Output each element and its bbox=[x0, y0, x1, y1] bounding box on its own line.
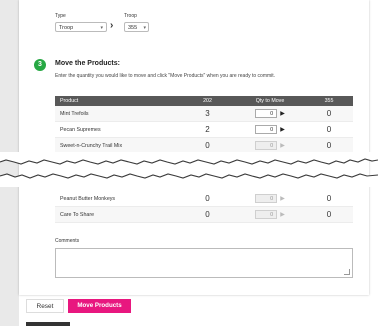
qty-input[interactable]: 0 bbox=[255, 141, 278, 150]
step-title: Move the Products: bbox=[55, 60, 120, 67]
arrow-right-icon: ▶ bbox=[280, 196, 285, 202]
to-qty: 0 bbox=[305, 106, 353, 122]
type-select[interactable]: Troop ▾ bbox=[55, 22, 107, 32]
to-qty: 0 bbox=[305, 206, 353, 223]
qty-input[interactable]: 0 bbox=[255, 194, 278, 203]
products-table-bottom: Peanut Butter Monkeys 0 0 ▶ 0 Care To Sha… bbox=[55, 191, 353, 223]
table-row: Peanut Butter Monkeys 0 0 ▶ 0 bbox=[55, 191, 353, 207]
from-qty: 2 bbox=[180, 121, 235, 138]
to-qty: 0 bbox=[305, 121, 353, 138]
move-products-button[interactable]: Move Products bbox=[68, 299, 131, 313]
table-row: Care To Share 0 0 ▶ 0 bbox=[55, 206, 353, 223]
type-select-value: Troop bbox=[59, 25, 74, 31]
table-row: Mint Trefoils 3 0 ▶ 0 bbox=[55, 106, 353, 122]
product-name: Mint Trefoils bbox=[55, 106, 180, 122]
troop-select[interactable]: 355 ▾ bbox=[124, 22, 149, 32]
chevron-down-icon: ▾ bbox=[143, 25, 146, 31]
comments-textarea[interactable] bbox=[55, 248, 353, 278]
qty-input[interactable]: 0 bbox=[255, 125, 278, 134]
step-number-badge: 3 bbox=[34, 59, 46, 71]
qty-cell: 0 ▶ bbox=[235, 191, 305, 207]
header-from: 202 bbox=[180, 96, 235, 106]
reset-button[interactable]: Reset bbox=[26, 299, 64, 313]
troop-label: Troop bbox=[124, 13, 137, 19]
header-product: Product bbox=[55, 96, 180, 106]
arrow-right-icon[interactable]: ▶ bbox=[280, 110, 285, 117]
arrow-right-icon[interactable]: ▶ bbox=[280, 126, 285, 133]
table-row: Pecan Supremes 2 0 ▶ 0 bbox=[55, 121, 353, 138]
from-qty: 0 bbox=[180, 206, 235, 223]
product-name: Care To Share bbox=[55, 206, 180, 223]
step-description: Enter the quantity you would like to mov… bbox=[55, 73, 276, 79]
product-name: Pecan Supremes bbox=[55, 121, 180, 138]
product-name: Peanut Butter Monkeys bbox=[55, 191, 180, 207]
torn-edge-divider bbox=[0, 152, 378, 187]
header-qty: Qty to Move bbox=[235, 96, 305, 106]
resize-handle-icon[interactable] bbox=[344, 269, 350, 275]
qty-cell: 0 ▶ bbox=[235, 121, 305, 138]
qty-input[interactable]: 0 bbox=[255, 109, 278, 118]
arrow-right-icon: ▶ bbox=[280, 143, 285, 149]
chevron-right-icon: › bbox=[110, 20, 114, 31]
from-qty: 3 bbox=[180, 106, 235, 122]
type-label: Type bbox=[55, 13, 66, 19]
qty-cell: 0 ▶ bbox=[235, 206, 305, 223]
qty-cell: 0 ▶ bbox=[235, 106, 305, 122]
arrow-right-icon: ▶ bbox=[280, 212, 285, 218]
comments-label: Comments bbox=[55, 238, 80, 244]
products-table-top: Product 202 Qty to Move 355 Mint Trefoil… bbox=[55, 96, 353, 154]
troop-select-value: 355 bbox=[128, 25, 138, 31]
footer-bar bbox=[26, 322, 70, 326]
from-qty: 0 bbox=[180, 191, 235, 207]
header-to: 355 bbox=[305, 96, 353, 106]
table-header-row: Product 202 Qty to Move 355 bbox=[55, 96, 353, 106]
qty-input[interactable]: 0 bbox=[255, 210, 278, 219]
to-qty: 0 bbox=[305, 191, 353, 207]
chevron-down-icon: ▾ bbox=[100, 25, 103, 31]
